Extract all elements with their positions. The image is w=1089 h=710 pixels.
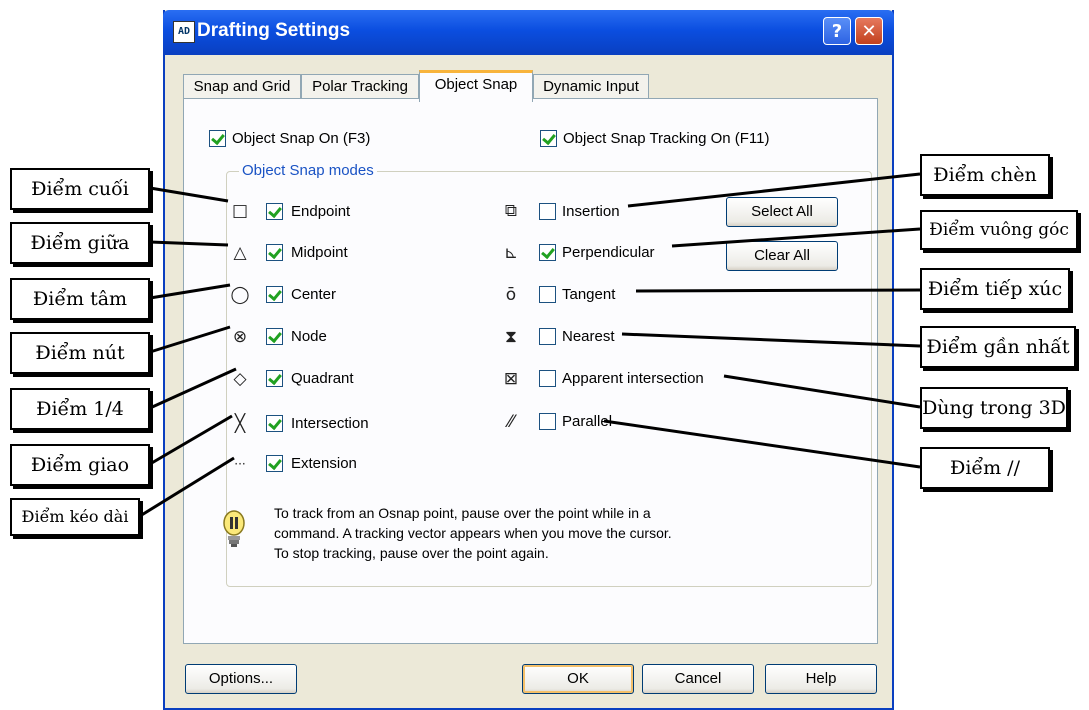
cancel-button[interactable]: Cancel bbox=[642, 664, 754, 694]
insertion-checkbox[interactable] bbox=[539, 203, 556, 220]
callout-quadrant: Điểm 1/4 bbox=[10, 388, 150, 430]
midpoint-label[interactable]: Midpoint bbox=[291, 244, 348, 261]
ok-button[interactable]: OK bbox=[522, 664, 634, 694]
help-title-button[interactable]: ? bbox=[823, 17, 851, 45]
callout-tangent: Điểm tiếp xúc bbox=[920, 268, 1070, 310]
extension-icon: ··· bbox=[234, 457, 246, 471]
callout-intersection: Điểm giao bbox=[10, 444, 150, 486]
extension-checkbox[interactable] bbox=[266, 455, 283, 472]
node-label[interactable]: Node bbox=[291, 328, 327, 345]
endpoint-icon: □ bbox=[231, 201, 249, 221]
callout-extension: Điểm kéo dài bbox=[10, 498, 140, 536]
callout-apparent-intersection: Dùng trong 3D bbox=[920, 387, 1068, 429]
quadrant-icon: ◇ bbox=[233, 369, 247, 389]
intersection-label[interactable]: Intersection bbox=[291, 415, 369, 432]
quadrant-checkbox[interactable] bbox=[266, 370, 283, 387]
object-snap-on-label[interactable]: Object Snap On (F3) bbox=[232, 130, 370, 147]
tab-dynamic-input[interactable]: Dynamic Input bbox=[533, 74, 649, 100]
perpendicular-label[interactable]: Perpendicular bbox=[562, 244, 655, 261]
tracking-on-label[interactable]: Object Snap Tracking On (F11) bbox=[563, 130, 769, 147]
apparent-intersection-checkbox[interactable] bbox=[539, 370, 556, 387]
tab-snap-and-grid[interactable]: Snap and Grid bbox=[183, 74, 301, 100]
center-label[interactable]: Center bbox=[291, 286, 336, 303]
parallel-icon: ⁄⁄ bbox=[508, 412, 514, 432]
parallel-checkbox[interactable] bbox=[539, 413, 556, 430]
nearest-label[interactable]: Nearest bbox=[562, 328, 615, 345]
callout-perpendicular: Điểm vuông góc bbox=[920, 210, 1078, 250]
apparent-intersection-icon: ⊠ bbox=[503, 369, 519, 389]
group-title: Object Snap modes bbox=[239, 162, 377, 179]
intersection-icon: ╳ bbox=[234, 414, 246, 434]
autocad-icon: AD bbox=[173, 21, 195, 43]
callout-node: Điểm nút bbox=[10, 332, 150, 374]
object-snap-on-checkbox[interactable] bbox=[209, 130, 226, 147]
tangent-checkbox[interactable] bbox=[539, 286, 556, 303]
apparent-intersection-label[interactable]: Apparent intersection bbox=[562, 370, 704, 387]
tracking-hint: To track from an Osnap point, pause over… bbox=[274, 503, 794, 563]
insertion-label[interactable]: Insertion bbox=[562, 203, 620, 220]
insertion-icon: ⧉ bbox=[504, 201, 518, 221]
select-all-button[interactable]: Select All bbox=[726, 197, 838, 227]
tangent-icon: ō bbox=[505, 285, 517, 305]
title-bar[interactable]: AD Drafting Settings ? ✕ bbox=[163, 10, 894, 55]
options-button[interactable]: Options... bbox=[185, 664, 297, 694]
center-icon: ◯ bbox=[230, 285, 250, 305]
close-button[interactable]: ✕ bbox=[855, 17, 883, 45]
quadrant-label[interactable]: Quadrant bbox=[291, 370, 354, 387]
window-title: Drafting Settings bbox=[197, 20, 351, 41]
midpoint-checkbox[interactable] bbox=[266, 244, 283, 261]
perpendicular-checkbox[interactable] bbox=[539, 244, 556, 261]
nearest-icon: ⧗ bbox=[505, 327, 517, 347]
hint-line-1: To track from an Osnap point, pause over… bbox=[274, 505, 651, 521]
node-icon: ⊗ bbox=[232, 327, 248, 347]
hint-line-3: To stop tracking, pause over the point a… bbox=[274, 545, 549, 561]
parallel-label[interactable]: Parallel bbox=[562, 413, 612, 430]
nearest-checkbox[interactable] bbox=[539, 328, 556, 345]
callout-parallel: Điểm // bbox=[920, 447, 1050, 489]
node-checkbox[interactable] bbox=[266, 328, 283, 345]
drafting-settings-dialog: AD Drafting Settings ? ✕ Snap and Grid P… bbox=[163, 10, 894, 710]
callout-midpoint: Điểm giữa bbox=[10, 222, 150, 264]
callout-insertion: Điểm chèn bbox=[920, 154, 1050, 196]
center-checkbox[interactable] bbox=[266, 286, 283, 303]
intersection-checkbox[interactable] bbox=[266, 415, 283, 432]
tracking-on-checkbox[interactable] bbox=[540, 130, 557, 147]
help-button[interactable]: Help bbox=[765, 664, 877, 694]
lightbulb-icon bbox=[223, 510, 245, 547]
tab-polar-tracking[interactable]: Polar Tracking bbox=[301, 74, 419, 100]
perpendicular-icon: ⊾ bbox=[503, 243, 519, 263]
midpoint-icon: △ bbox=[233, 243, 247, 263]
hint-line-2: command. A tracking vector appears when … bbox=[274, 525, 672, 541]
extension-label[interactable]: Extension bbox=[291, 455, 357, 472]
tangent-label[interactable]: Tangent bbox=[562, 286, 615, 303]
endpoint-label[interactable]: Endpoint bbox=[291, 203, 350, 220]
callout-center: Điểm tâm bbox=[10, 278, 150, 320]
tab-object-snap[interactable]: Object Snap bbox=[419, 70, 533, 102]
object-snap-panel: Object Snap On (F3) Object Snap Tracking… bbox=[183, 98, 878, 644]
endpoint-checkbox[interactable] bbox=[266, 203, 283, 220]
clear-all-button[interactable]: Clear All bbox=[726, 241, 838, 271]
callout-endpoint: Điểm cuối bbox=[10, 168, 150, 210]
callout-nearest: Điểm gần nhất bbox=[920, 326, 1076, 368]
